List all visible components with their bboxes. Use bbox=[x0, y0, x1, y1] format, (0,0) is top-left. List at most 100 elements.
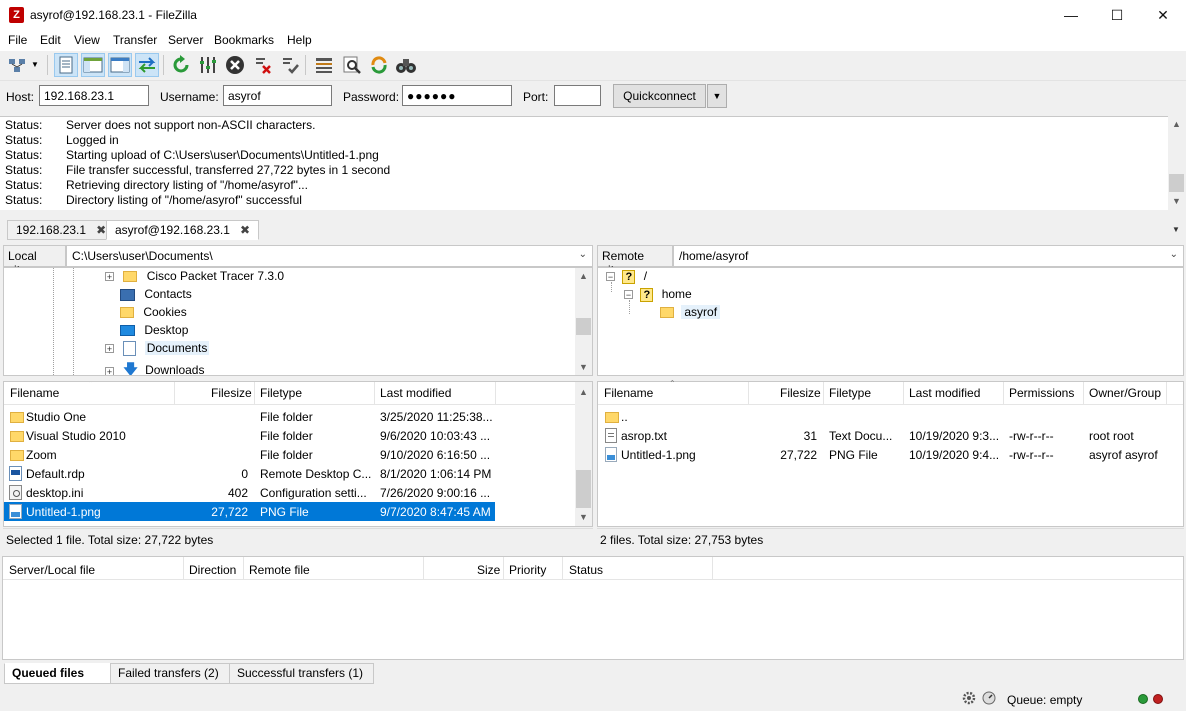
scroll-up-icon[interactable]: ▲ bbox=[575, 387, 592, 397]
expand-icon[interactable]: + bbox=[105, 366, 114, 375]
local-list-scrollbar[interactable]: ▲ ▼ bbox=[575, 382, 592, 526]
scroll-up-icon[interactable]: ▲ bbox=[1168, 119, 1185, 129]
column-divider[interactable] bbox=[243, 557, 244, 579]
synchronized-browsing-icon[interactable] bbox=[367, 53, 391, 77]
column-server-local-file[interactable]: Server/Local file bbox=[9, 563, 95, 577]
column-last-modified[interactable]: Last modified bbox=[380, 386, 451, 400]
local-file-row[interactable]: Visual Studio 2010 File folder 9/6/2020 … bbox=[4, 426, 495, 445]
column-filename[interactable]: Filename bbox=[10, 386, 59, 400]
close-tab-icon[interactable]: ✖ bbox=[240, 223, 250, 237]
tree-item-home[interactable]: − ? home bbox=[624, 287, 692, 305]
menu-file[interactable]: File bbox=[8, 33, 27, 47]
toggle-remote-tree-icon[interactable] bbox=[108, 53, 132, 77]
minimize-icon[interactable]: — bbox=[1048, 0, 1094, 31]
tab-192-168-23-1[interactable]: 192.168.23.1 ✖ bbox=[7, 220, 116, 240]
column-filename[interactable]: Filename bbox=[604, 386, 653, 400]
column-divider[interactable] bbox=[423, 557, 424, 579]
remote-file-row[interactable]: .. bbox=[598, 407, 1183, 426]
collapse-icon[interactable]: − bbox=[624, 290, 633, 300]
column-permissions[interactable]: Permissions bbox=[1009, 386, 1074, 400]
local-file-row-selected[interactable]: Untitled-1.png 27,722 PNG File 9/7/2020 … bbox=[4, 502, 495, 521]
column-divider[interactable] bbox=[1083, 382, 1084, 404]
column-direction[interactable]: Direction bbox=[189, 563, 236, 577]
speed-limit-icon[interactable] bbox=[982, 691, 996, 705]
toggle-transfer-queue-icon[interactable] bbox=[135, 53, 159, 77]
collapse-icon[interactable]: − bbox=[606, 272, 615, 282]
disconnect-icon[interactable] bbox=[251, 53, 275, 77]
expand-icon[interactable]: + bbox=[105, 272, 114, 282]
column-divider[interactable] bbox=[174, 382, 175, 404]
chevron-down-icon[interactable]: ⌄ bbox=[1170, 249, 1178, 260]
column-divider[interactable] bbox=[254, 382, 255, 404]
column-filesize[interactable]: Filesize bbox=[211, 386, 252, 400]
toggle-local-tree-icon[interactable] bbox=[81, 53, 105, 77]
directory-filter-icon[interactable] bbox=[312, 53, 336, 77]
local-file-row[interactable]: Zoom File folder 9/10/2020 6:16:50 ... bbox=[4, 445, 495, 464]
menu-help[interactable]: Help bbox=[287, 33, 312, 47]
column-divider[interactable] bbox=[562, 557, 563, 579]
column-divider[interactable] bbox=[1003, 382, 1004, 404]
host-input[interactable] bbox=[39, 85, 149, 106]
column-divider[interactable] bbox=[712, 557, 713, 579]
column-divider[interactable] bbox=[503, 557, 504, 579]
column-divider[interactable] bbox=[374, 382, 375, 404]
local-site-path[interactable]: C:\Users\user\Documents\ ⌄ bbox=[66, 245, 593, 267]
column-filetype[interactable]: Filetype bbox=[829, 386, 871, 400]
gear-icon[interactable] bbox=[962, 691, 976, 705]
tree-item-downloads[interactable]: + 🡇 Downloads bbox=[105, 359, 204, 375]
scroll-up-icon[interactable]: ▲ bbox=[575, 271, 592, 281]
tab-asyrof[interactable]: asyrof@192.168.23.1 ✖ bbox=[106, 220, 259, 240]
tree-item-asyrof[interactable]: asyrof bbox=[660, 305, 721, 323]
username-input[interactable] bbox=[223, 85, 332, 106]
scroll-down-icon[interactable]: ▼ bbox=[1168, 196, 1185, 206]
menu-view[interactable]: View bbox=[74, 33, 100, 47]
close-icon[interactable]: ✕ bbox=[1140, 0, 1186, 31]
password-input[interactable] bbox=[402, 85, 512, 106]
cancel-operation-icon[interactable] bbox=[223, 53, 247, 77]
local-file-row[interactable]: Default.rdp 0 Remote Desktop C... 8/1/20… bbox=[4, 464, 495, 483]
refresh-icon[interactable] bbox=[169, 53, 193, 77]
expand-icon[interactable]: + bbox=[105, 344, 114, 354]
scrollbar-thumb[interactable] bbox=[1169, 174, 1184, 192]
process-queue-icon[interactable] bbox=[196, 53, 220, 77]
close-tab-icon[interactable]: ✖ bbox=[96, 223, 106, 237]
column-status[interactable]: Status bbox=[569, 563, 603, 577]
column-divider[interactable] bbox=[495, 382, 496, 404]
chevron-down-icon[interactable]: ▼ bbox=[31, 60, 39, 69]
tab-successful-transfers[interactable]: Successful transfers (1) bbox=[229, 663, 374, 684]
tree-item-cisco[interactable]: + Cisco Packet Tracer 7.3.0 bbox=[105, 269, 284, 287]
tree-item-contacts[interactable]: Contacts bbox=[120, 287, 192, 305]
remote-file-row[interactable]: Untitled-1.png 27,722 PNG File 10/19/202… bbox=[598, 445, 1183, 464]
column-divider[interactable] bbox=[183, 557, 184, 579]
column-divider[interactable] bbox=[823, 382, 824, 404]
tree-item-documents[interactable]: + Documents bbox=[105, 341, 210, 359]
column-divider[interactable] bbox=[748, 382, 749, 404]
local-file-row[interactable]: desktop.ini 402 Configuration setti... 7… bbox=[4, 483, 495, 502]
column-divider[interactable] bbox=[903, 382, 904, 404]
port-input[interactable] bbox=[554, 85, 601, 106]
column-owner-group[interactable]: Owner/Group bbox=[1089, 386, 1161, 400]
toggle-message-log-icon[interactable] bbox=[54, 53, 78, 77]
binoculars-icon[interactable] bbox=[394, 53, 418, 77]
chevron-down-icon[interactable]: ⌄ bbox=[579, 249, 587, 260]
column-size[interactable]: Size bbox=[477, 563, 500, 577]
maximize-icon[interactable]: ☐ bbox=[1094, 0, 1140, 31]
column-divider[interactable] bbox=[1166, 382, 1167, 404]
quickconnect-dropdown-button[interactable]: ▼ bbox=[707, 84, 727, 108]
menu-server[interactable]: Server bbox=[168, 33, 203, 47]
search-icon[interactable] bbox=[340, 53, 364, 77]
menu-edit[interactable]: Edit bbox=[40, 33, 61, 47]
menu-transfer[interactable]: Transfer bbox=[113, 33, 157, 47]
reconnect-icon[interactable] bbox=[278, 53, 302, 77]
menu-bookmarks[interactable]: Bookmarks bbox=[214, 33, 274, 47]
local-tree-scrollbar[interactable]: ▲ ▼ bbox=[575, 268, 592, 375]
remote-file-row[interactable]: asrop.txt 31 Text Docu... 10/19/2020 9:3… bbox=[598, 426, 1183, 445]
tab-failed-transfers[interactable]: Failed transfers (2) bbox=[110, 663, 230, 684]
scroll-down-icon[interactable]: ▼ bbox=[575, 362, 592, 372]
scrollbar-thumb[interactable] bbox=[576, 470, 591, 508]
tab-queued-files[interactable]: Queued files bbox=[4, 663, 111, 684]
tree-item-cookies[interactable]: Cookies bbox=[120, 305, 187, 323]
tab-list-dropdown-icon[interactable]: ▼ bbox=[1172, 225, 1180, 234]
scrollbar-thumb[interactable] bbox=[576, 318, 591, 335]
column-last-modified[interactable]: Last modified bbox=[909, 386, 980, 400]
